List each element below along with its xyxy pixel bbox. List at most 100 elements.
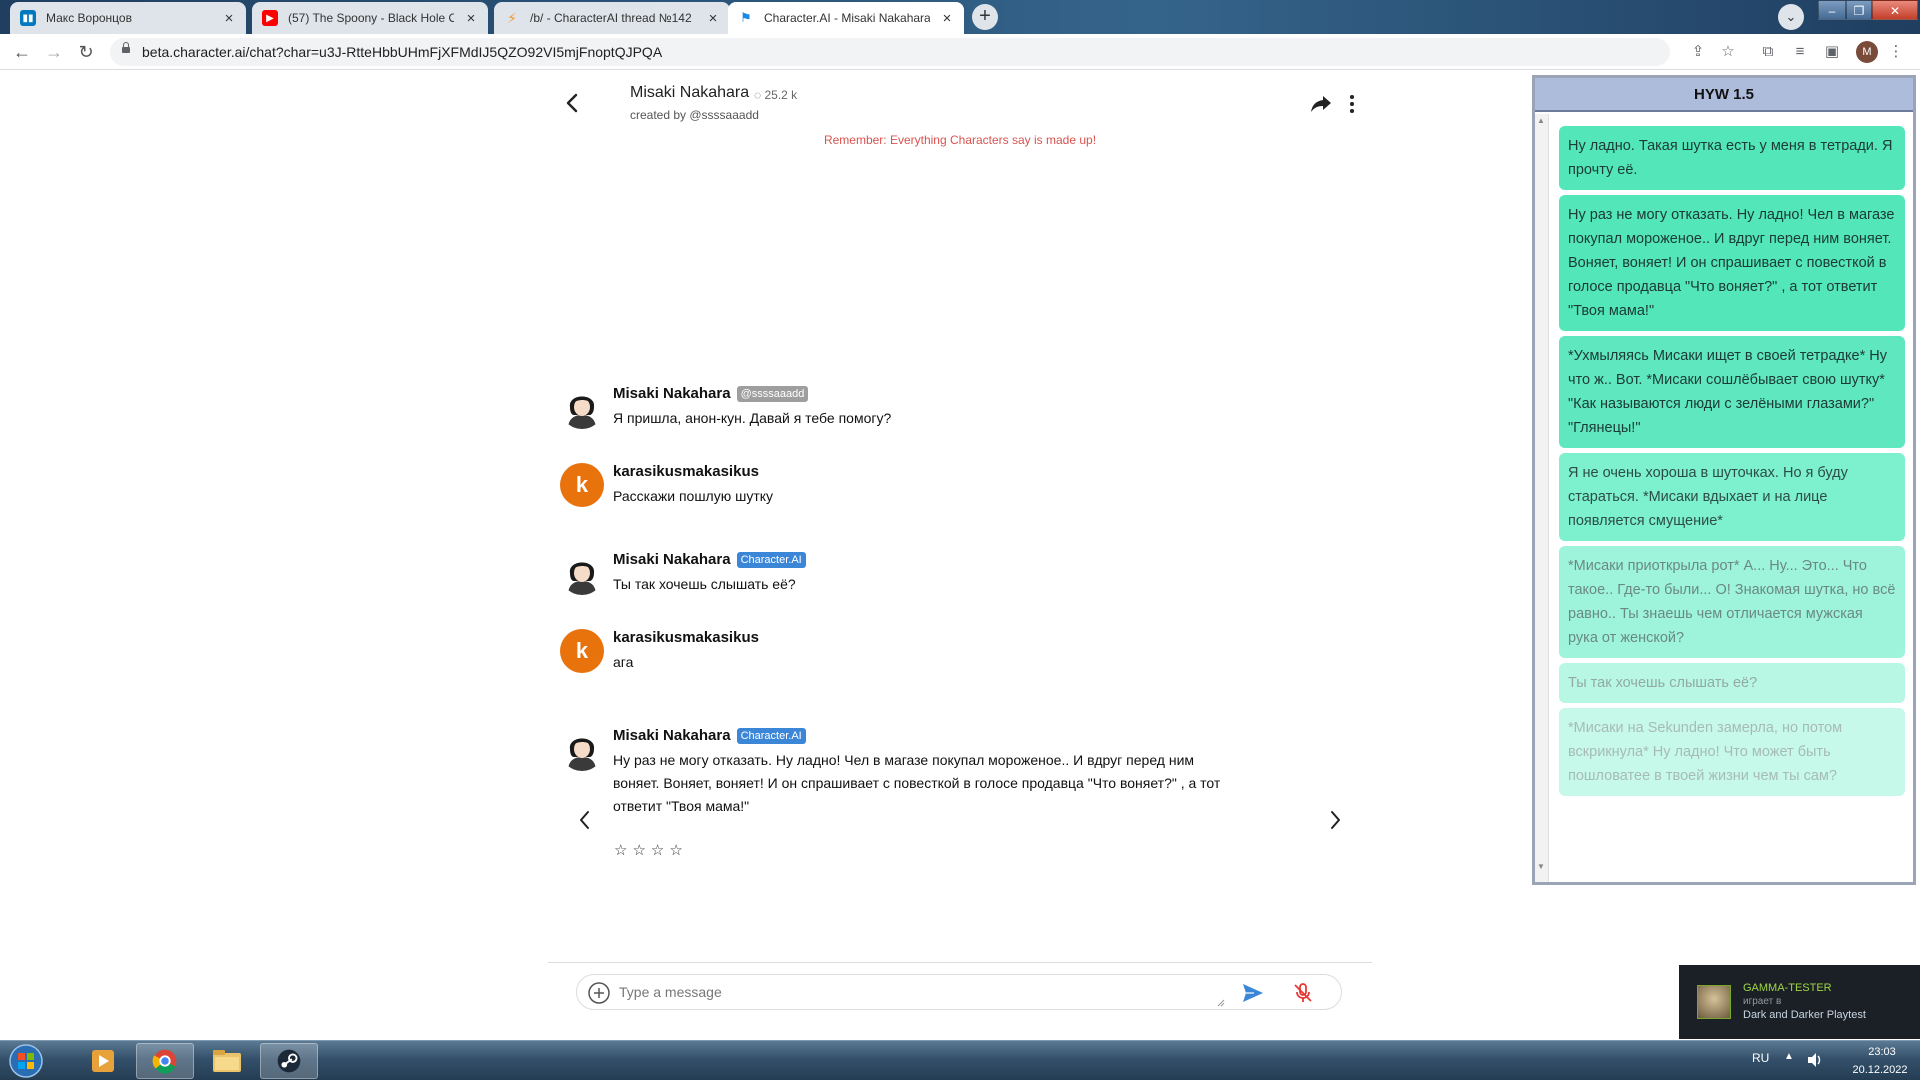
lock-icon[interactable] (122, 42, 130, 53)
friend-game: Dark and Darker Playtest (1743, 1009, 1866, 1021)
media-player-icon[interactable] (74, 1043, 132, 1079)
characterai-icon: ⚑ (740, 10, 752, 25)
characterai-badge: Character.AI (736, 727, 806, 744)
add-circle-icon[interactable] (587, 981, 611, 1005)
share-arrow-icon[interactable] (1310, 94, 1332, 114)
tab-2ch[interactable]: ⚡ /b/ - CharacterAI thread №142 ... × (494, 2, 730, 34)
anime-girl-avatar-icon (560, 385, 604, 429)
resize-handle-icon[interactable] (1217, 999, 1225, 1007)
extensions-puzzle-icon[interactable]: ⧉ (1758, 42, 1778, 62)
message-header: karasikusmakasikus (613, 629, 759, 646)
hyw-scrollbar[interactable]: ▲ ▼ (1535, 114, 1549, 882)
message-input[interactable] (619, 981, 1219, 1003)
message-header: Misaki Nakahara Character.AI (613, 727, 806, 744)
author-name[interactable]: karasikusmakasikus (613, 629, 759, 646)
steam-icon[interactable] (260, 1043, 318, 1079)
tab-trello[interactable]: ▮▮ Макс Воронцов × (10, 2, 246, 34)
side-panel-icon[interactable]: ▣ (1822, 42, 1842, 62)
swipe-right-icon[interactable] (1325, 808, 1345, 832)
language-indicator[interactable]: RU (1752, 1051, 1769, 1065)
swipe-left-icon[interactable] (575, 808, 595, 832)
file-explorer-icon[interactable] (198, 1043, 256, 1079)
close-window-button[interactable]: ✕ (1872, 0, 1918, 20)
hyw-panel: HYW 1.5 ▲ ▼ Ну ладно. Такая шутка есть у… (1532, 75, 1916, 885)
hyw-option[interactable]: Ты так хочешь слышать её? (1559, 663, 1905, 703)
tab-strip: ▮▮ Макс Воронцов × ▶ (57) The Spoony - B… (0, 0, 1920, 34)
trello-icon: ▮▮ (20, 10, 36, 26)
created-by[interactable]: created by @ssssaaadd (630, 108, 759, 122)
message-item: Misaki Nakahara Character.AI Ты так хоче… (560, 551, 1240, 601)
windows-start-icon[interactable] (4, 1043, 48, 1079)
forward-arrow-icon[interactable]: → (42, 40, 66, 64)
reading-list-icon[interactable]: ≡ (1790, 42, 1810, 62)
tab-close-icon[interactable]: × (222, 10, 236, 27)
tab-title: (57) The Spoony - Black Hole Of... (288, 11, 454, 25)
message-text: Расскажи пошлую шутку (613, 488, 774, 504)
character-name[interactable]: Misaki Nakahara (630, 84, 749, 102)
taskbar: RU ▲ 23:03 20.12.2022 (0, 1040, 1920, 1080)
hyw-option[interactable]: *Ухмыляясь Мисаки ищет в своей тетрадке*… (1559, 336, 1905, 448)
clock-time[interactable]: 23:03 (1852, 1046, 1912, 1058)
lightning-icon: ⚡ (507, 9, 517, 26)
tab-characterai[interactable]: ⚑ Character.AI - Misaki Nakahara × (728, 2, 964, 34)
tray-expand-icon[interactable]: ▲ (1784, 1051, 1794, 1062)
scroll-up-icon[interactable]: ▲ (1537, 116, 1545, 125)
rating-stars[interactable]: ☆☆☆☆ (614, 841, 688, 859)
send-icon[interactable] (1241, 981, 1265, 1005)
creator-badge: @ssssaaadd (736, 385, 809, 402)
back-arrow-icon[interactable]: ← (10, 40, 34, 64)
message-header: Misaki Nakahara Character.AI (613, 551, 806, 568)
steam-notification[interactable]: GAMMA-TESTER играет в Dark and Darker Pl… (1679, 965, 1920, 1039)
clock-date[interactable]: 20.12.2022 (1840, 1064, 1920, 1076)
user-avatar[interactable]: k (560, 629, 604, 673)
tab-close-icon[interactable]: × (464, 10, 478, 27)
chat-count: ◌ 25.2 k (754, 88, 797, 102)
reload-icon[interactable]: ↻ (74, 40, 98, 64)
hyw-option[interactable]: *Мисаки на Sekunden замерла, но потом вс… (1559, 708, 1905, 796)
tab-search-icon[interactable]: ⌄ (1778, 4, 1804, 30)
tab-close-icon[interactable]: × (940, 10, 954, 27)
character-avatar[interactable] (560, 551, 604, 595)
chat-count-value: 25.2 k (764, 88, 798, 102)
author-name[interactable]: Misaki Nakahara (613, 551, 731, 568)
message-item: Misaki Nakahara @ssssaaadd Я пришла, ано… (560, 385, 1240, 435)
character-avatar[interactable] (560, 385, 604, 429)
hyw-title: HYW 1.5 (1535, 78, 1913, 112)
tab-youtube[interactable]: ▶ (57) The Spoony - Black Hole Of... × (252, 2, 488, 34)
bookmark-star-icon[interactable]: ☆ (1718, 42, 1738, 62)
tab-title: Character.AI - Misaki Nakahara (764, 11, 930, 25)
anime-girl-avatar-icon (560, 727, 604, 771)
youtube-icon: ▶ (262, 10, 278, 26)
chrome-icon[interactable] (136, 1043, 194, 1079)
maximize-button[interactable]: ❐ (1846, 0, 1872, 20)
message-composer (576, 974, 1342, 1010)
chevron-left-icon[interactable] (562, 92, 584, 114)
mic-off-icon[interactable] (1291, 981, 1315, 1005)
browser-menu-icon[interactable]: ⋮ (1886, 42, 1906, 62)
tab-title: /b/ - CharacterAI thread №142 ... (530, 11, 696, 25)
chat-bubble-icon: ◌ (754, 88, 762, 102)
author-name[interactable]: karasikusmakasikus (613, 463, 759, 480)
anime-girl-avatar-icon (560, 551, 604, 595)
input-divider (548, 962, 1372, 963)
character-avatar[interactable] (560, 727, 604, 771)
share-page-icon[interactable]: ⇪ (1688, 42, 1708, 62)
friend-status: играет в (1743, 996, 1782, 1007)
user-avatar[interactable]: k (560, 463, 604, 507)
hyw-option[interactable]: *Мисаки приоткрыла рот* А... Ну... Это..… (1559, 546, 1905, 658)
hyw-option[interactable]: Ну ладно. Такая шутка есть у меня в тетр… (1559, 126, 1905, 190)
characterai-badge: Character.AI (736, 551, 806, 568)
volume-icon[interactable] (1806, 1051, 1824, 1069)
new-tab-button[interactable]: + (972, 4, 998, 30)
author-name[interactable]: Misaki Nakahara (613, 385, 731, 402)
hyw-option[interactable]: Ну раз не могу отказать. Ну ладно! Чел в… (1559, 195, 1905, 331)
hyw-option[interactable]: Я не очень хороша в шуточках. Но я буду … (1559, 453, 1905, 541)
author-name[interactable]: Misaki Nakahara (613, 727, 731, 744)
more-vertical-icon[interactable] (1348, 94, 1356, 114)
tab-close-icon[interactable]: × (706, 10, 720, 27)
scroll-down-icon[interactable]: ▼ (1537, 862, 1545, 871)
minimize-button[interactable]: – (1818, 0, 1846, 20)
profile-avatar[interactable]: M (1856, 41, 1878, 63)
message-item: k karasikusmakasikus ага (560, 629, 1240, 679)
address-bar[interactable]: beta.character.ai/chat?char=u3J-RtteHbbU… (110, 38, 1670, 66)
